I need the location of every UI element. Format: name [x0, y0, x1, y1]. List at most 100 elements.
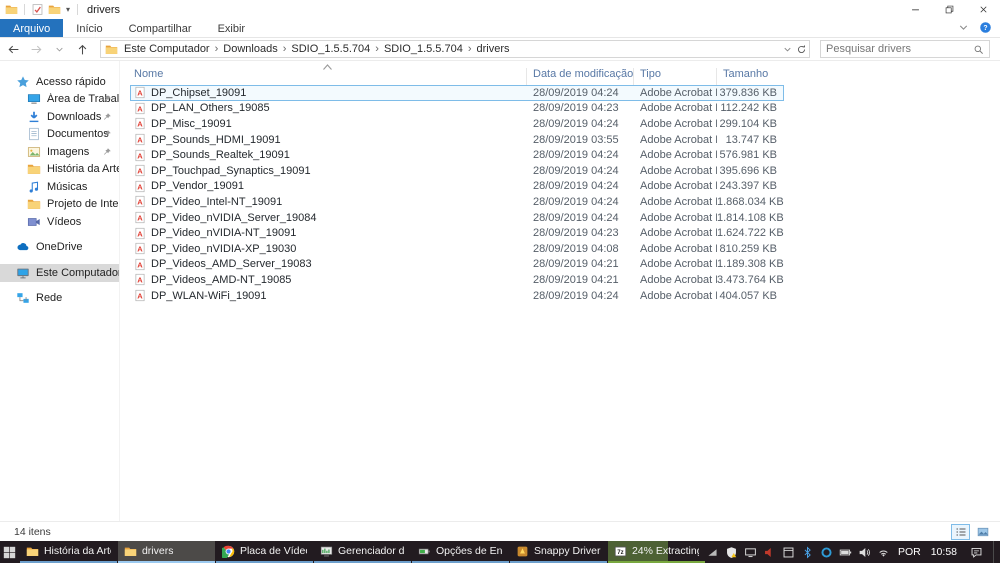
sidebar-item-este-computador[interactable]: Este Computador: [0, 264, 119, 282]
file-date: 28/09/2019 03:55: [527, 134, 634, 146]
recent-locations-chevron-icon[interactable]: [50, 40, 69, 59]
file-row[interactable]: ADP_Video_nVIDIA-XP_1903028/09/2019 04:0…: [130, 241, 784, 257]
file-row[interactable]: ADP_Misc_1909128/09/2019 04:24Adobe Acro…: [130, 116, 784, 132]
tab-compartilhar[interactable]: Compartilhar: [116, 19, 205, 37]
audio-red-icon[interactable]: [763, 546, 776, 559]
taskbar-button-drivers[interactable]: drivers: [118, 541, 215, 563]
volume-icon[interactable]: [858, 546, 871, 559]
forward-button[interactable]: [27, 40, 46, 59]
file-row[interactable]: ADP_Chipset_1909128/09/2019 04:24Adobe A…: [130, 85, 784, 101]
close-button[interactable]: [966, 0, 1000, 19]
properties-icon[interactable]: [31, 3, 44, 16]
file-date: 28/09/2019 04:24: [527, 196, 634, 208]
file-row[interactable]: ADP_Sounds_Realtek_1909128/09/2019 04:24…: [130, 147, 784, 163]
defender-warning-icon[interactable]: [725, 546, 738, 559]
restore-button[interactable]: [932, 0, 966, 19]
refresh-icon[interactable]: [796, 44, 807, 55]
search-icon[interactable]: [973, 44, 984, 55]
sidebar-item-acesso-r-pido[interactable]: Acesso rápido: [0, 73, 119, 91]
file-name-cell: ADP_Sounds_Realtek_19091: [131, 149, 527, 162]
taskbar-button-placa-de-v-deo-n[interactable]: Placa de Vídeo nã...: [216, 541, 313, 563]
file-row[interactable]: ADP_Vendor_1909128/09/2019 04:24Adobe Ac…: [130, 179, 784, 195]
wifi-icon[interactable]: [877, 546, 890, 559]
sidebar-item-rede[interactable]: Rede: [0, 290, 119, 308]
taskbar-button-snappy-driver-ins[interactable]: Snappy Driver Ins...: [510, 541, 607, 563]
breadcrumb-segment-downloads[interactable]: Downloads: [219, 43, 281, 55]
qat-customize-caret-icon[interactable]: ▾: [66, 5, 70, 14]
pdf-icon: A: [134, 211, 146, 224]
address-box[interactable]: Este Computador›Downloads›SDIO_1.5.5.704…: [100, 40, 810, 58]
sidebar-item-rea-de-trabalho[interactable]: Área de Trabalho: [0, 91, 119, 109]
taskbar-button-24-extracting-c[interactable]: 7z24% Extracting C:...: [608, 541, 705, 563]
back-button[interactable]: [4, 40, 23, 59]
breadcrumb-segment-sdio-1-5-5-704[interactable]: SDIO_1.5.5.704: [380, 43, 467, 55]
shield-blue-icon[interactable]: [820, 546, 833, 559]
sidebar-item-hist-ria-da-arte[interactable]: História da Arte: [0, 161, 119, 179]
details-view-button[interactable]: [951, 524, 970, 540]
file-row[interactable]: ADP_LAN_Others_1908528/09/2019 04:23Adob…: [130, 101, 784, 117]
file-size: 379.836 KB: [717, 87, 785, 99]
file-row[interactable]: ADP_Videos_AMD-NT_1908528/09/2019 04:21A…: [130, 272, 784, 288]
file-row[interactable]: ADP_WLAN-WiFi_1909128/09/2019 04:24Adobe…: [130, 288, 784, 304]
address-dropdown-chevron-icon[interactable]: [782, 44, 793, 55]
start-button[interactable]: [0, 541, 20, 563]
clock[interactable]: 10:58: [929, 546, 959, 558]
battery-icon[interactable]: [839, 546, 852, 559]
tab-arquivo[interactable]: Arquivo: [0, 19, 63, 37]
help-icon[interactable]: ?: [979, 21, 992, 34]
file-type: Adobe Acrobat D...: [634, 149, 717, 161]
show-desktop-button[interactable]: [993, 541, 998, 563]
file-date: 28/09/2019 04:24: [527, 290, 634, 302]
language-indicator[interactable]: POR: [896, 546, 923, 558]
sidebar-item-onedrive[interactable]: OneDrive: [0, 239, 119, 257]
taskbar-button-label: Placa de Vídeo nã...: [240, 545, 307, 557]
expand-ribbon-chevron-icon[interactable]: [957, 21, 970, 34]
sidebar-item-documentos[interactable]: Documentos: [0, 126, 119, 144]
file-name-cell: ADP_Vendor_19091: [131, 180, 527, 193]
file-type: Adobe Acrobat D...: [634, 290, 717, 302]
pdf-icon: A: [134, 195, 146, 208]
breadcrumb-segment-drivers[interactable]: drivers: [473, 43, 514, 55]
sidebar-item-projeto-de-interiores[interactable]: Projeto de Interiores: [0, 196, 119, 214]
display-icon[interactable]: [744, 546, 757, 559]
taskbar-button-op-es-de-energia[interactable]: Opções de Energia: [412, 541, 509, 563]
file-name: DP_Video_nVIDIA-NT_19091: [151, 227, 296, 239]
up-button[interactable]: [73, 40, 92, 59]
taskbar-button-gerenciador-de-t[interactable]: Gerenciador de T...: [314, 541, 411, 563]
ribbon-right-controls: ?: [957, 21, 992, 34]
sidebar-item-label: Projeto de Interiores: [47, 198, 119, 210]
hidden-icons-icon[interactable]: [706, 546, 719, 559]
sidebar-item-downloads[interactable]: Downloads: [0, 108, 119, 126]
file-name: DP_LAN_Others_19085: [151, 102, 270, 114]
svg-text:?: ?: [983, 25, 987, 32]
breadcrumb-segment-este-computador[interactable]: Este Computador: [120, 43, 214, 55]
taskbar-button-hist-ria-da-arte[interactable]: História da Arte: [20, 541, 117, 563]
column-header-tamanho[interactable]: Tamanho: [716, 68, 784, 85]
file-size: 112.242 KB: [717, 102, 785, 114]
file-row[interactable]: ADP_Sounds_HDMI_1909128/09/2019 03:55Ado…: [130, 132, 784, 148]
sidebar-item-m-sicas[interactable]: Músicas: [0, 178, 119, 196]
search-input[interactable]: [826, 43, 973, 55]
minimize-button[interactable]: [898, 0, 932, 19]
file-row[interactable]: ADP_Video_Intel-NT_1909128/09/2019 04:24…: [130, 194, 784, 210]
app-window-icon[interactable]: [782, 546, 795, 559]
file-name-cell: ADP_Touchpad_Synaptics_19091: [131, 164, 527, 177]
file-row[interactable]: ADP_Video_nVIDIA_Server_1908428/09/2019 …: [130, 210, 784, 226]
file-row[interactable]: ADP_Videos_AMD_Server_1908328/09/2019 04…: [130, 257, 784, 273]
window-title: drivers: [87, 4, 120, 16]
sidebar-item-imagens[interactable]: Imagens: [0, 143, 119, 161]
action-center-button[interactable]: [965, 541, 987, 563]
breadcrumb-segment-sdio-1-5-5-704[interactable]: SDIO_1.5.5.704: [287, 43, 374, 55]
taskbar-button-label: 24% Extracting C:...: [632, 545, 699, 557]
tab-exibir[interactable]: Exibir: [205, 19, 259, 37]
tab-in-cio[interactable]: Início: [63, 19, 115, 37]
sidebar-item-v-deos[interactable]: Vídeos: [0, 213, 119, 231]
thumbnails-view-button[interactable]: [973, 524, 992, 540]
column-header-tipo[interactable]: Tipo: [633, 68, 716, 85]
new-folder-icon[interactable]: [48, 3, 61, 16]
column-header-data-de-modifica-o[interactable]: Data de modificação: [526, 68, 633, 85]
bluetooth-icon[interactable]: [801, 546, 814, 559]
file-row[interactable]: ADP_Video_nVIDIA-NT_1909128/09/2019 04:2…: [130, 225, 784, 241]
file-row[interactable]: ADP_Touchpad_Synaptics_1909128/09/2019 0…: [130, 163, 784, 179]
sidebar-item-label: Documentos: [47, 128, 109, 140]
